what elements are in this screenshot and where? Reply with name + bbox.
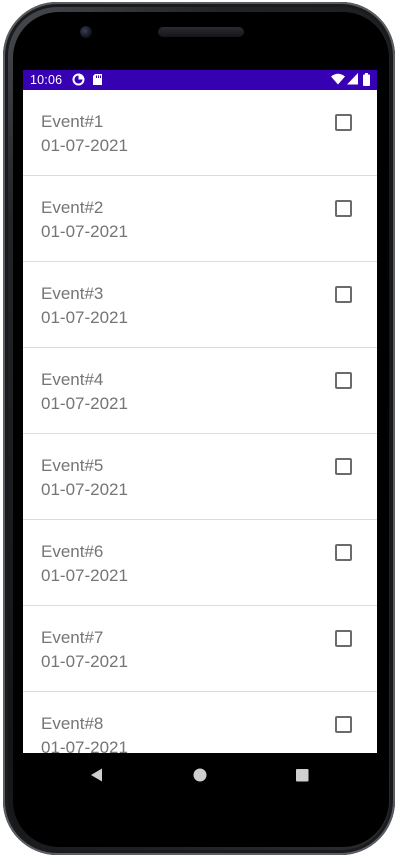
event-title: Event#4 [41, 370, 104, 389]
event-title: Event#2 [41, 198, 104, 217]
event-checkbox[interactable] [335, 716, 352, 733]
navigation-bar [23, 753, 377, 797]
event-title: Event#6 [41, 542, 104, 561]
list-item[interactable]: Event#4 01-07-2021 [23, 348, 377, 434]
recents-button[interactable] [282, 753, 322, 797]
battery-icon [363, 73, 370, 89]
event-title: Event#5 [41, 456, 104, 475]
event-checkbox[interactable] [335, 630, 352, 647]
sd-card-icon [92, 73, 103, 89]
event-title: Event#3 [41, 284, 104, 303]
event-date: 01-07-2021 [41, 308, 128, 327]
list-item[interactable]: Event#6 01-07-2021 [23, 520, 377, 606]
app-screen: 10:06 Event#1 01-07-2021 Event#2 01-07-2… [23, 70, 377, 753]
event-date: 01-07-2021 [41, 394, 128, 413]
status-bar: 10:06 [23, 70, 377, 90]
signal-icon [347, 73, 358, 88]
event-title: Event#8 [41, 714, 104, 733]
event-date: 01-07-2021 [41, 136, 128, 155]
recents-icon [296, 769, 309, 782]
event-checkbox[interactable] [335, 114, 352, 131]
event-checkbox[interactable] [335, 544, 352, 561]
front-camera [80, 26, 92, 38]
event-title: Event#7 [41, 628, 104, 647]
list-item[interactable]: Event#2 01-07-2021 [23, 176, 377, 262]
event-title: Event#1 [41, 112, 104, 131]
data-saver-icon [72, 73, 85, 89]
earpiece-speaker [158, 27, 244, 37]
list-item[interactable]: Event#1 01-07-2021 [23, 90, 377, 176]
wifi-icon [331, 73, 345, 88]
event-date: 01-07-2021 [41, 738, 128, 753]
event-date: 01-07-2021 [41, 222, 128, 241]
back-button[interactable] [77, 753, 117, 797]
event-date: 01-07-2021 [41, 566, 128, 585]
back-icon [91, 768, 102, 782]
status-time: 10:06 [30, 73, 63, 87]
list-item[interactable]: Event#8 01-07-2021 [23, 692, 377, 753]
event-checkbox[interactable] [335, 200, 352, 217]
home-icon [193, 768, 207, 782]
phone-frame: 10:06 Event#1 01-07-2021 Event#2 01-07-2… [0, 0, 400, 857]
list-item[interactable]: Event#3 01-07-2021 [23, 262, 377, 348]
event-checkbox[interactable] [335, 458, 352, 475]
event-date: 01-07-2021 [41, 652, 128, 671]
home-button[interactable] [180, 753, 220, 797]
event-checkbox[interactable] [335, 286, 352, 303]
event-list[interactable]: Event#1 01-07-2021 Event#2 01-07-2021 Ev… [23, 90, 377, 753]
list-item[interactable]: Event#7 01-07-2021 [23, 606, 377, 692]
list-item[interactable]: Event#5 01-07-2021 [23, 434, 377, 520]
event-date: 01-07-2021 [41, 480, 128, 499]
event-checkbox[interactable] [335, 372, 352, 389]
